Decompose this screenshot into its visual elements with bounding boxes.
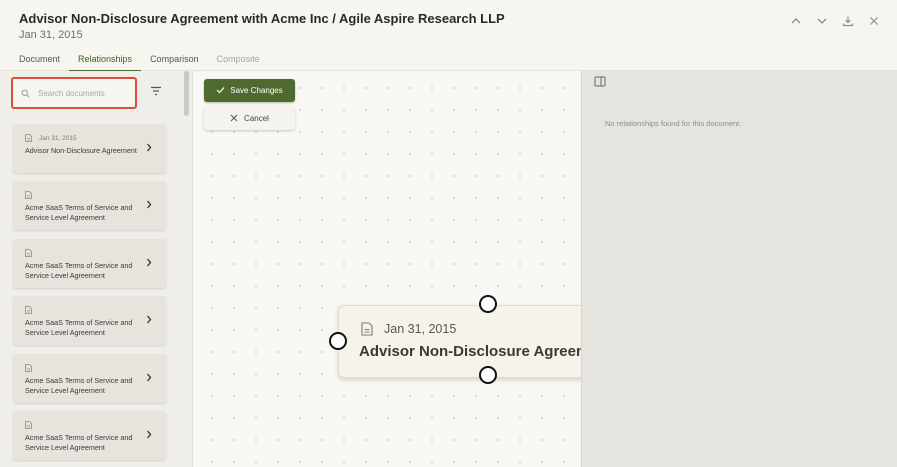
node-handle-top[interactable] bbox=[479, 295, 497, 313]
sidebar-scrollbar[interactable] bbox=[184, 71, 189, 116]
search-box[interactable] bbox=[11, 77, 137, 109]
document-card[interactable]: Jan 31, 2015 Advisor Non-Disclosure Agre… bbox=[13, 124, 166, 173]
chevron-right-icon bbox=[146, 430, 152, 439]
document-card-date: Jan 31, 2015 bbox=[39, 135, 77, 142]
node-title: Advisor Non-Disclosure Agreement bbox=[359, 343, 582, 360]
chevron-right-icon bbox=[146, 373, 152, 382]
document-icon bbox=[25, 191, 32, 199]
document-card-name: Acme SaaS Terms of Service and Service L… bbox=[25, 433, 133, 452]
header-actions bbox=[789, 14, 881, 28]
node-date: Jan 31, 2015 bbox=[384, 322, 457, 336]
document-card-name: Acme SaaS Terms of Service and Service L… bbox=[25, 261, 133, 280]
dialog-header: Advisor Non-Disclosure Agreement with Ac… bbox=[0, 0, 897, 72]
document-date: Jan 31, 2015 bbox=[19, 29, 83, 41]
document-icon bbox=[25, 134, 32, 142]
document-node[interactable]: Jan 31, 2015 Advisor Non-Disclosure Agre… bbox=[338, 305, 582, 378]
document-icon bbox=[25, 306, 32, 314]
document-card-name: Advisor Non-Disclosure Agreement bbox=[25, 146, 137, 155]
chevron-right-icon bbox=[146, 200, 152, 209]
close-icon[interactable] bbox=[867, 14, 881, 28]
chevron-right-icon bbox=[146, 143, 152, 152]
search-input[interactable] bbox=[36, 87, 130, 99]
tab-comparison[interactable]: Comparison bbox=[141, 52, 208, 72]
chevron-up-icon[interactable] bbox=[789, 14, 803, 28]
document-card-name: Acme SaaS Terms of Service and Service L… bbox=[25, 376, 133, 395]
relationships-panel bbox=[581, 71, 897, 467]
tab-bar: Document Relationships Comparison Compos… bbox=[10, 52, 269, 72]
download-icon[interactable] bbox=[841, 14, 855, 28]
document-card[interactable]: Acme SaaS Terms of Service and Service L… bbox=[13, 181, 166, 230]
search-icon bbox=[21, 89, 30, 98]
document-icon bbox=[361, 322, 373, 336]
node-handle-bottom[interactable] bbox=[479, 366, 497, 384]
node-handle-left[interactable] bbox=[329, 332, 347, 350]
document-card[interactable]: Acme SaaS Terms of Service and Service L… bbox=[13, 239, 166, 288]
save-changes-button[interactable]: Save Changes bbox=[204, 79, 295, 102]
save-changes-label: Save Changes bbox=[230, 86, 283, 95]
chevron-right-icon bbox=[146, 258, 152, 267]
chevron-down-icon[interactable] bbox=[815, 14, 829, 28]
tab-composite[interactable]: Composite bbox=[208, 52, 269, 72]
tab-relationships[interactable]: Relationships bbox=[69, 52, 142, 72]
cancel-button[interactable]: Cancel bbox=[204, 107, 295, 130]
document-card[interactable]: Acme SaaS Terms of Service and Service L… bbox=[13, 354, 166, 403]
empty-state-message: No relationships found for this document… bbox=[605, 119, 742, 128]
document-card[interactable]: Acme SaaS Terms of Service and Service L… bbox=[13, 296, 166, 345]
panel-toggle-icon[interactable] bbox=[594, 76, 606, 87]
document-icon bbox=[25, 421, 32, 429]
document-title: Advisor Non-Disclosure Agreement with Ac… bbox=[19, 11, 505, 26]
tab-document[interactable]: Document bbox=[10, 52, 69, 72]
document-icon bbox=[25, 364, 32, 372]
document-icon bbox=[25, 249, 32, 257]
check-icon bbox=[216, 86, 225, 96]
document-card[interactable]: Acme SaaS Terms of Service and Service L… bbox=[13, 411, 166, 460]
relationship-canvas[interactable] bbox=[193, 71, 581, 467]
document-card-name: Acme SaaS Terms of Service and Service L… bbox=[25, 203, 133, 222]
document-card-name: Acme SaaS Terms of Service and Service L… bbox=[25, 318, 133, 337]
cancel-label: Cancel bbox=[244, 114, 269, 123]
close-icon bbox=[230, 114, 238, 124]
chevron-right-icon bbox=[146, 315, 152, 324]
filter-icon[interactable] bbox=[150, 86, 162, 96]
